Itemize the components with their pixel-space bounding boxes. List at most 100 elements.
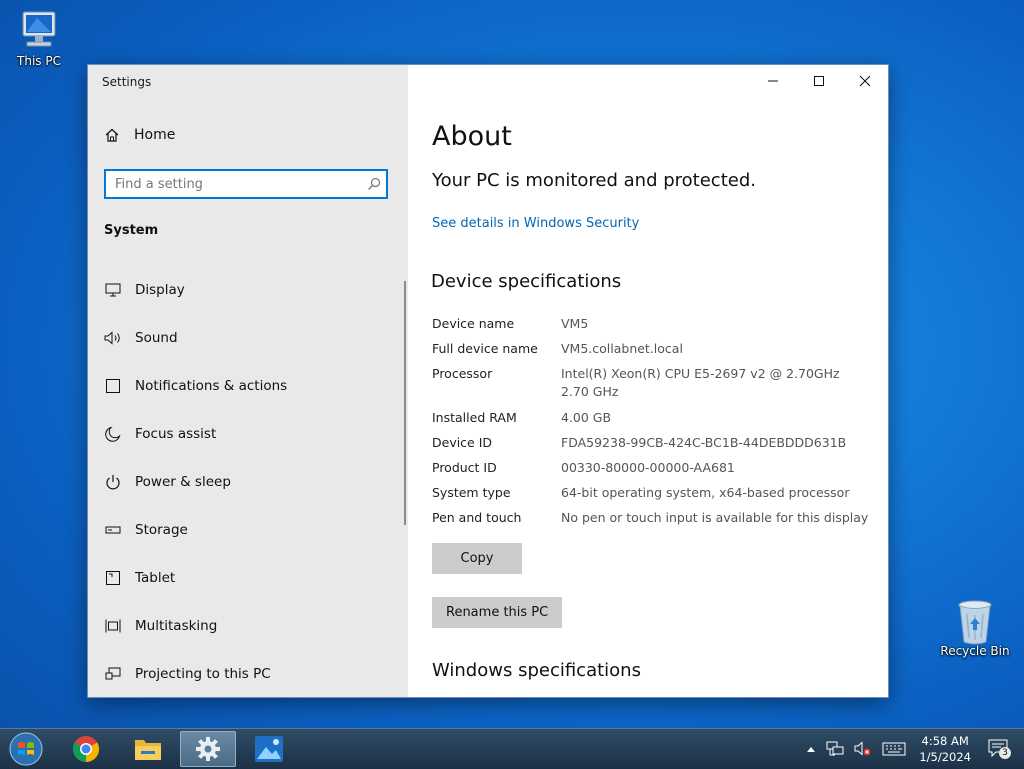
file-explorer-icon: [135, 740, 161, 760]
close-button[interactable]: [842, 65, 888, 97]
spec-value: Intel(R) Xeon(R) CPU E5-2697 v2 @ 2.70GH…: [561, 365, 882, 409]
spec-key: Pen and touch: [432, 510, 522, 525]
spec-key: Full device name: [432, 341, 538, 356]
sidebar-item-projecting[interactable]: Projecting to this PC: [88, 650, 404, 698]
taskbar-chrome[interactable]: [58, 731, 114, 767]
close-icon: [859, 75, 871, 87]
home-label: Home: [134, 127, 176, 143]
processor-model: Intel(R) Xeon(R) CPU E5-2697 v2 @ 2.70GH…: [561, 366, 840, 381]
spec-value: 4.00 GB: [561, 410, 612, 425]
spec-row: Full device name VM5.collabnet.local: [432, 340, 882, 365]
sidebar-item-label: Focus assist: [135, 426, 217, 442]
sidebar-item-storage[interactable]: Storage: [88, 506, 404, 554]
spec-key: Device name: [432, 316, 515, 331]
photos-icon: [255, 736, 283, 762]
spec-key: Device ID: [432, 435, 493, 450]
taskbar: 4:58 AM 1/5/2024 3: [0, 728, 1024, 769]
search-icon[interactable]: [362, 177, 386, 191]
search-input[interactable]: [106, 175, 362, 193]
windows-security-link[interactable]: See details in Windows Security: [432, 216, 639, 231]
notification-count-badge: 3: [999, 747, 1011, 759]
notification-icon: [104, 377, 122, 395]
windows-specifications-heading: Windows specifications: [432, 660, 641, 681]
start-button[interactable]: [6, 731, 46, 767]
device-specs-table: Device name VM5 Full device name VM5.col…: [432, 315, 882, 534]
clock-date: 1/5/2024: [919, 750, 971, 764]
device-specifications-heading: Device specifications: [431, 271, 622, 292]
volume-muted-icon: [854, 741, 871, 756]
recycle-bin-icon: [951, 598, 999, 645]
sidebar-section-title: System: [104, 223, 159, 238]
display-icon: [104, 281, 122, 299]
spec-row: System type 64-bit operating system, x64…: [432, 484, 882, 509]
storage-icon: [104, 521, 122, 539]
sidebar-item-notifications[interactable]: Notifications & actions: [88, 362, 404, 410]
spec-value: No pen or touch input is available for t…: [561, 510, 869, 525]
system-tray: 4:58 AM 1/5/2024 3: [801, 729, 1024, 769]
sidebar-item-label: Sound: [135, 330, 178, 346]
spec-value: 64-bit operating system, x64-based proce…: [561, 485, 850, 500]
chrome-icon: [72, 736, 100, 763]
this-pc-label: This PC: [17, 54, 61, 68]
sidebar-item-label: Tablet: [135, 570, 176, 586]
tablet-icon: [104, 569, 122, 587]
chevron-up-icon: [807, 747, 816, 752]
sidebar-item-label: Notifications & actions: [135, 378, 288, 394]
network-button[interactable]: [826, 741, 844, 757]
multitasking-icon: [104, 617, 122, 635]
speaker-icon: [104, 329, 122, 347]
copy-button[interactable]: Copy: [432, 543, 522, 574]
sidebar-item-multitasking[interactable]: Multitasking: [88, 602, 404, 650]
taskbar-clock[interactable]: 4:58 AM 1/5/2024: [919, 733, 971, 765]
rename-pc-button[interactable]: Rename this PC: [432, 597, 563, 628]
settings-window: Settings Home System Dis: [88, 65, 888, 697]
windows-start-icon: [9, 732, 43, 766]
minimize-button[interactable]: [750, 65, 796, 97]
moon-icon: [104, 425, 122, 443]
window-title: Settings: [102, 75, 152, 89]
show-hidden-icons-button[interactable]: [806, 745, 816, 753]
spec-key: Product ID: [432, 460, 497, 475]
taskbar-photos[interactable]: [241, 731, 297, 767]
spec-key: Processor: [432, 366, 493, 381]
sidebar-item-sound[interactable]: Sound: [88, 314, 404, 362]
sidebar-item-label: Multitasking: [135, 618, 218, 634]
sidebar-item-display[interactable]: Display: [88, 266, 404, 314]
sidebar-item-focus-assist[interactable]: Focus assist: [88, 410, 404, 458]
page-title: About: [432, 121, 512, 152]
spec-row: Device ID FDA59238-99CB-424C-BC1B-44DEBD…: [432, 434, 882, 459]
maximize-icon: [814, 76, 824, 86]
volume-button[interactable]: [854, 741, 872, 757]
sidebar-item-power-sleep[interactable]: Power & sleep: [88, 458, 404, 506]
keyboard-button[interactable]: [882, 742, 906, 756]
taskbar-file-explorer[interactable]: [120, 731, 176, 767]
clock-time: 4:58 AM: [921, 734, 969, 748]
sidebar-item-tablet[interactable]: Tablet: [88, 554, 404, 602]
projecting-icon: [104, 665, 122, 683]
minimize-icon: [768, 80, 778, 82]
spec-row: Device name VM5: [432, 315, 882, 340]
settings-gear-icon: [196, 737, 220, 761]
power-icon: [104, 473, 122, 491]
this-pc-desktop-icon[interactable]: This PC: [4, 8, 74, 68]
processor-speed: 2.70 GHz: [561, 384, 619, 399]
maximize-button[interactable]: [796, 65, 842, 97]
spec-row: Pen and touch No pen or touch input is a…: [432, 509, 882, 534]
window-caption-buttons: [750, 65, 888, 97]
spec-value: VM5: [561, 316, 589, 331]
computer-icon: [15, 8, 63, 52]
spec-value: VM5.collabnet.local: [561, 341, 683, 356]
search-box[interactable]: [104, 169, 388, 199]
sidebar-scrollbar[interactable]: [404, 281, 406, 525]
taskbar-settings[interactable]: [180, 731, 236, 767]
sidebar-nav: Display Sound Notifications & actions Fo…: [88, 266, 404, 698]
recycle-bin-desktop-icon[interactable]: Recycle Bin: [940, 598, 1010, 658]
sidebar-home[interactable]: Home: [104, 127, 175, 143]
spec-value: FDA59238-99CB-424C-BC1B-44DEBDDD631B: [561, 435, 847, 450]
home-icon: [105, 128, 119, 142]
spec-value: 00330-80000-00000-AA681: [561, 460, 735, 475]
action-center-button[interactable]: 3: [988, 739, 1011, 759]
keyboard-icon: [882, 742, 906, 756]
spec-row: Processor Intel(R) Xeon(R) CPU E5-2697 v…: [432, 365, 882, 409]
spec-row: Product ID 00330-80000-00000-AA681: [432, 459, 882, 484]
